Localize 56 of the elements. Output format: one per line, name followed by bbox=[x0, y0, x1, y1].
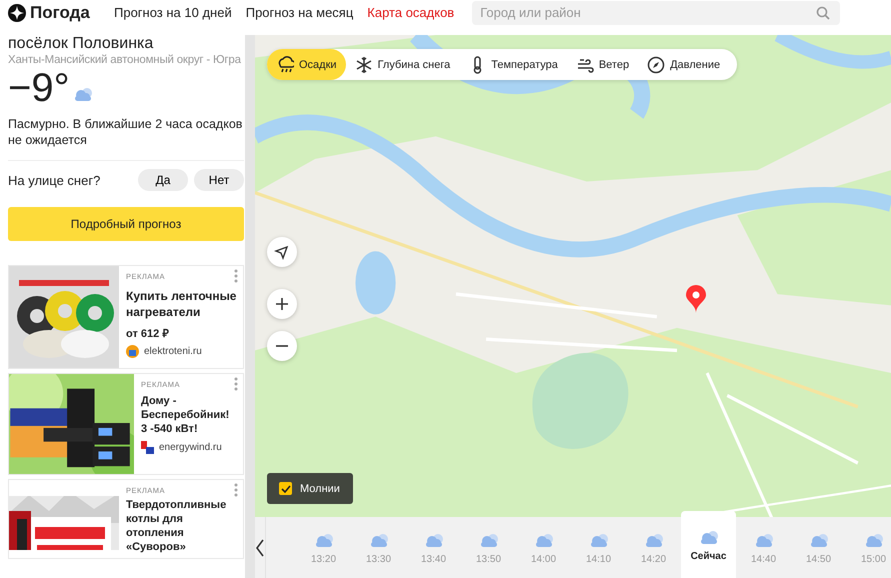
search-icon bbox=[816, 6, 830, 20]
logo-icon bbox=[8, 4, 26, 22]
chevron-left-icon bbox=[255, 538, 265, 556]
time-label: 13:40 bbox=[420, 554, 446, 564]
map-pin-icon bbox=[686, 285, 706, 313]
more-icon[interactable] bbox=[234, 377, 238, 391]
check-icon bbox=[280, 484, 290, 492]
forecast-button[interactable]: Подробный прогноз bbox=[8, 207, 244, 241]
zoom-out-button[interactable] bbox=[267, 331, 297, 361]
answer-button[interactable]: Нет bbox=[194, 169, 244, 191]
more-icon[interactable] bbox=[234, 269, 238, 283]
time-label: 13:20 bbox=[310, 554, 336, 564]
previous-button[interactable] bbox=[255, 517, 266, 578]
time-label: 15:00 bbox=[860, 554, 886, 564]
answer-button[interactable]: Да bbox=[138, 169, 188, 191]
compass-icon bbox=[647, 56, 666, 74]
time-label: 13:30 bbox=[366, 554, 392, 564]
time-label: Сейчас bbox=[690, 550, 726, 562]
condition-text: Пасмурно. В ближайшие 2 часа осадков не ожидается bbox=[8, 116, 244, 148]
location-title: посёлок Половинка bbox=[8, 35, 154, 53]
layer-tab[interactable]: Давление bbox=[638, 49, 730, 80]
time-label: 13:50 bbox=[476, 554, 502, 564]
nav-link[interactable]: Карта осадков bbox=[367, 5, 454, 20]
timeline-step[interactable]: Сейчас bbox=[681, 511, 736, 578]
search-field[interactable]: Город или район bbox=[472, 0, 840, 24]
checkbox-label: Молнии bbox=[300, 482, 340, 494]
ad-title: Дому - Бесперебойник! 3 -540 кВт! bbox=[141, 394, 230, 436]
layer-tab[interactable]: Температура bbox=[459, 49, 567, 80]
time-label: 14:40 bbox=[750, 554, 776, 564]
layer-tab[interactable]: Ветер bbox=[566, 49, 638, 80]
time-label: 14:10 bbox=[586, 554, 612, 564]
layer-tab[interactable]: Осадки bbox=[267, 49, 346, 80]
ad-domain[interactable]: elektroteni.ru bbox=[144, 346, 202, 357]
temperature: −9° bbox=[8, 66, 70, 110]
zoom-in-button[interactable] bbox=[267, 289, 297, 319]
site-logo-icon bbox=[141, 441, 154, 454]
lightning-toggle[interactable]: Молнии bbox=[267, 473, 353, 504]
nav-link[interactable]: Прогноз на месяц bbox=[246, 5, 354, 20]
time-label: 14:50 bbox=[806, 554, 832, 564]
nav-link[interactable]: Прогноз на 10 дней bbox=[114, 5, 232, 20]
layer-tab[interactable]: Глубина снега bbox=[346, 49, 460, 80]
time-label: 14:00 bbox=[530, 554, 556, 564]
ad-title: Твердотопливные котлы для отопления «Суворов» bbox=[126, 498, 228, 554]
rain-cloud-icon bbox=[276, 56, 294, 74]
more-icon[interactable] bbox=[234, 483, 238, 497]
checkbox[interactable] bbox=[279, 482, 292, 495]
site-logo-icon bbox=[126, 345, 139, 358]
time-label: 14:20 bbox=[640, 554, 666, 564]
snowflake-icon bbox=[354, 56, 373, 74]
region-text: Ханты-Мансийский автономный округ - Югра bbox=[8, 54, 242, 66]
ad-title: Купить ленточные нагреватели bbox=[126, 288, 238, 320]
locate-button[interactable] bbox=[267, 237, 297, 267]
logo-text: Погода bbox=[30, 2, 90, 22]
ad-price: от 612 ₽ bbox=[126, 327, 170, 340]
question-text: На улице снег? bbox=[8, 172, 100, 188]
ad-domain[interactable]: energywind.ru bbox=[159, 442, 222, 453]
